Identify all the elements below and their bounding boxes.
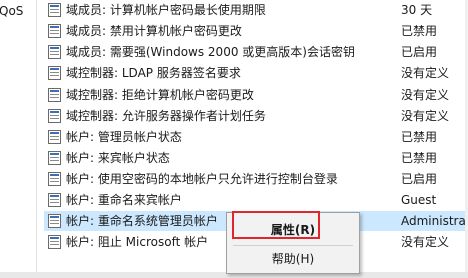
policy-value: Administrat [401, 214, 468, 228]
policy-value: 没有定义 [401, 109, 450, 123]
policy-setting-icon [48, 172, 61, 186]
policy-row[interactable]: 帐户: 重命名来宾帐户 Guest [44, 190, 468, 210]
policy-row[interactable]: 帐户: 来宾帐户状态 已禁用 [44, 148, 468, 168]
policy-name: 域成员: 禁用计算机帐户密码更改 [66, 24, 242, 38]
policy-name: 帐户: 阻止 Microsoft 帐户 [66, 235, 209, 249]
policy-name: 帐户: 管理员帐户状态 [66, 130, 182, 144]
policy-value: 已启用 [401, 172, 438, 186]
policy-row[interactable]: 域成员: 需要强(Windows 2000 或更高版本)会话密钥 已启用 [44, 42, 468, 62]
policy-value: 已禁用 [401, 151, 438, 165]
policy-name: 域控制器: LDAP 服务器签名要求 [66, 66, 241, 80]
policy-row[interactable]: 域控制器: 允许服务器操作者计划任务 没有定义 [44, 106, 468, 126]
policy-name: 帐户: 使用空密码的本地帐户只允许进行控制台登录 [66, 172, 338, 186]
policy-value: 已启用 [401, 45, 438, 59]
policy-setting-icon [48, 193, 61, 207]
policy-setting-icon [48, 130, 61, 144]
policy-setting-icon [48, 66, 61, 80]
policy-value: 已禁用 [401, 24, 438, 38]
policy-setting-icon [48, 151, 61, 165]
policy-value: 30 天 [401, 3, 433, 17]
highlight-annotation-box [232, 211, 320, 239]
policy-value: Guest [401, 193, 437, 207]
policy-name: 域成员: 计算机帐户密码最长使用期限 [66, 3, 266, 17]
policy-name: 帐户: 重命名系统管理员帐户 [66, 214, 218, 228]
policy-setting-icon [48, 45, 61, 59]
policy-value: 没有定义 [401, 66, 450, 80]
policy-value: 没有定义 [401, 88, 450, 102]
policy-value: 已禁用 [401, 130, 438, 144]
policy-row[interactable]: 域控制器: 拒绝计算机帐户密码更改 没有定义 [44, 85, 468, 105]
policy-row[interactable]: 帐户: 管理员帐户状态 已禁用 [44, 127, 468, 147]
policy-row[interactable]: 域成员: 计算机帐户密码最长使用期限 30 天 [44, 0, 468, 20]
policy-value: 没有定义 [401, 235, 450, 249]
policy-name: 域控制器: 拒绝计算机帐户密码更改 [66, 88, 254, 102]
policy-setting-icon [48, 88, 61, 102]
policy-name: 域控制器: 允许服务器操作者计划任务 [66, 109, 266, 123]
policy-row[interactable]: 域控制器: LDAP 服务器签名要求 没有定义 [44, 63, 468, 83]
policy-setting-icon [48, 235, 61, 249]
policy-setting-icon [48, 24, 61, 38]
policy-row[interactable]: 帐户: 使用空密码的本地帐户只允许进行控制台登录 已启用 [44, 169, 468, 189]
tree-item-qos[interactable]: QoS [0, 2, 23, 20]
menu-separator [233, 245, 353, 246]
local-security-policy-window: QoS 域成员: 计算机帐户密码最长使用期限 30 天 域成员: 禁用计算机帐户… [0, 0, 468, 278]
policy-setting-icon [48, 214, 61, 228]
policy-name: 帐户: 重命名来宾帐户 [66, 193, 182, 207]
policy-row[interactable]: 域成员: 禁用计算机帐户密码更改 已禁用 [44, 21, 468, 41]
policy-setting-icon [48, 109, 61, 123]
policy-name: 域成员: 需要强(Windows 2000 或更高版本)会话密钥 [66, 45, 355, 59]
menu-item-help[interactable]: 帮助(H) [227, 247, 359, 271]
policy-name: 帐户: 来宾帐户状态 [66, 151, 170, 165]
navigation-tree-pane: QoS [0, 0, 37, 272]
policy-setting-icon [48, 3, 61, 17]
